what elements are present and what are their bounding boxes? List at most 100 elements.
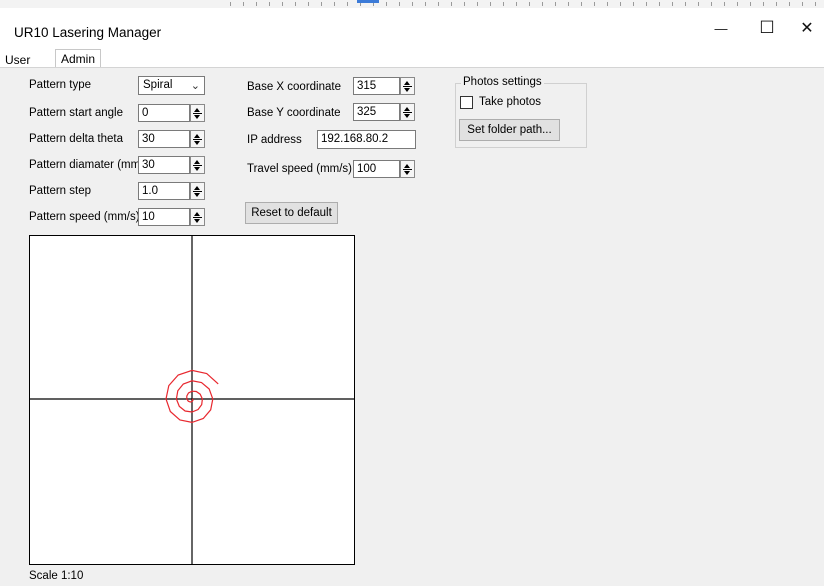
spinner-down-icon xyxy=(194,193,200,197)
ruler-tick xyxy=(490,2,491,6)
window-title: UR10 Lasering Manager xyxy=(14,25,162,40)
travel-speed-label: Travel speed (mm/s) xyxy=(247,163,353,175)
ruler-tick xyxy=(581,2,582,6)
ruler-tick xyxy=(464,2,465,6)
spinner-down-icon xyxy=(194,115,200,119)
ruler-tick xyxy=(256,2,257,6)
ruler-tick xyxy=(243,2,244,6)
base-x-input[interactable]: 315 xyxy=(353,77,400,95)
ruler-tick xyxy=(815,2,816,6)
ruler-marker xyxy=(357,0,379,3)
base-y-label: Base Y coordinate xyxy=(247,107,341,119)
pattern-type-label: Pattern type xyxy=(29,79,92,91)
ruler-tick xyxy=(308,2,309,6)
travel-speed-input[interactable]: 100 xyxy=(353,160,400,178)
spinner-down-icon xyxy=(194,141,200,145)
spinner-up-icon xyxy=(194,186,200,190)
ruler-tick xyxy=(737,2,738,6)
travel-speed-spinner[interactable] xyxy=(400,160,415,178)
photos-settings-title: Photos settings xyxy=(461,76,544,88)
pattern-preview-svg xyxy=(30,236,354,564)
ruler-tick xyxy=(685,2,686,6)
maximize-button[interactable]: ☐ xyxy=(744,8,790,48)
ruler-tick xyxy=(724,2,725,6)
base-x-label: Base X coordinate xyxy=(247,81,341,93)
spinner-up-icon xyxy=(404,107,410,111)
pattern-step-input[interactable]: 1.0 xyxy=(138,182,190,200)
ruler-tick xyxy=(802,2,803,6)
ruler-tick xyxy=(594,2,595,6)
base-x-spinner[interactable] xyxy=(400,77,415,95)
tab-strip: User Admin xyxy=(0,47,824,68)
pattern-diameter-label: Pattern diamater (mm) xyxy=(29,159,145,171)
pattern-speed-input[interactable]: 10 xyxy=(138,208,190,226)
ruler-tick xyxy=(633,2,634,6)
spinner-down-icon xyxy=(194,167,200,171)
ruler-tick xyxy=(230,2,231,6)
close-button[interactable]: ✕ xyxy=(790,8,824,48)
set-folder-path-button[interactable]: Set folder path... xyxy=(459,119,560,141)
ruler-tick xyxy=(438,2,439,6)
pattern-type-value: Spiral xyxy=(143,79,173,91)
close-icon: ✕ xyxy=(800,20,814,37)
spinner-down-icon xyxy=(404,88,410,92)
base-y-spinner[interactable] xyxy=(400,103,415,121)
take-photos-checkbox[interactable] xyxy=(460,96,473,109)
ruler-tick xyxy=(555,2,556,6)
scale-label: Scale 1:10 xyxy=(29,570,84,582)
minimize-icon: — xyxy=(714,20,728,36)
ruler-tick xyxy=(659,2,660,6)
pattern-diameter-spinner[interactable] xyxy=(190,156,205,174)
ruler-tick xyxy=(750,2,751,6)
reset-to-default-button[interactable]: Reset to default xyxy=(245,202,338,224)
pattern-speed-spinner[interactable] xyxy=(190,208,205,226)
pattern-speed-label: Pattern speed (mm/s) xyxy=(29,211,140,223)
ruler-tick xyxy=(334,2,335,6)
spinner-up-icon xyxy=(194,212,200,216)
ruler-tick xyxy=(620,2,621,6)
ruler-tick xyxy=(399,2,400,6)
pattern-diameter-input[interactable]: 30 xyxy=(138,156,190,174)
ip-address-input[interactable]: 192.168.80.2 xyxy=(317,130,416,149)
ruler-tick xyxy=(776,2,777,6)
ruler-tick xyxy=(386,2,387,6)
ruler-tick xyxy=(646,2,647,6)
pattern-start-angle-spinner[interactable] xyxy=(190,104,205,122)
ruler-tick xyxy=(451,2,452,6)
ruler-tick xyxy=(516,2,517,6)
pattern-start-angle-input[interactable]: 0 xyxy=(138,104,190,122)
ruler-tick xyxy=(269,2,270,6)
spinner-down-icon xyxy=(404,114,410,118)
ruler-tick xyxy=(763,2,764,6)
pattern-type-dropdown[interactable]: Spiral ⌄ xyxy=(138,76,205,95)
pattern-delta-theta-input[interactable]: 30 xyxy=(138,130,190,148)
ruler-tick xyxy=(321,2,322,6)
base-y-input[interactable]: 325 xyxy=(353,103,400,121)
ruler-tick xyxy=(607,2,608,6)
ruler-tick xyxy=(672,2,673,6)
spinner-down-icon xyxy=(194,219,200,223)
chevron-down-icon: ⌄ xyxy=(190,80,200,92)
pattern-preview-canvas xyxy=(29,235,355,565)
ruler-tick xyxy=(568,2,569,6)
ruler-tick xyxy=(425,2,426,6)
pattern-delta-theta-spinner[interactable] xyxy=(190,130,205,148)
ruler-tick xyxy=(347,2,348,6)
tab-admin[interactable]: Admin xyxy=(55,49,102,68)
minimize-button[interactable]: — xyxy=(698,8,744,48)
ruler-tick xyxy=(789,2,790,6)
pattern-step-spinner[interactable] xyxy=(190,182,205,200)
maximize-icon: ☐ xyxy=(759,18,775,37)
spinner-up-icon xyxy=(194,108,200,112)
ruler-tick xyxy=(542,2,543,6)
ruler-tick xyxy=(412,2,413,6)
ruler-tick xyxy=(698,2,699,6)
ruler-tick xyxy=(529,2,530,6)
take-photos-label: Take photos xyxy=(479,96,542,108)
ruler-tick xyxy=(711,2,712,6)
spinner-up-icon xyxy=(194,160,200,164)
spinner-up-icon xyxy=(194,134,200,138)
ruler-tick xyxy=(295,2,296,6)
ruler-tick xyxy=(477,2,478,6)
ip-address-label: IP address xyxy=(247,134,302,146)
